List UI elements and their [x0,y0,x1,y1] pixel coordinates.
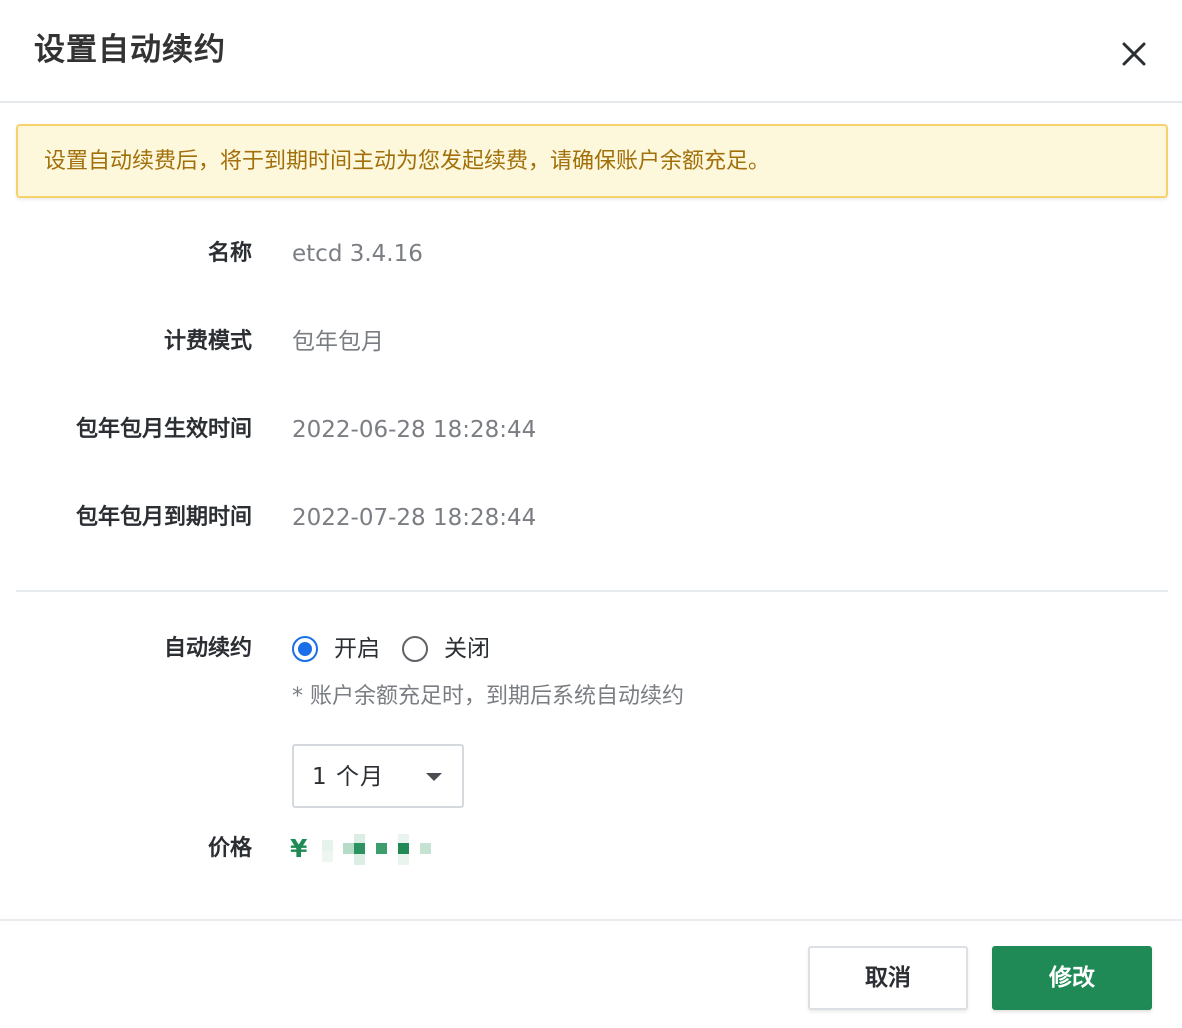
price-mask-pixel [343,843,354,854]
currency-symbol: ¥ [290,834,308,863]
modify-button[interactable]: 修改 [992,946,1152,1010]
radio-checked-icon [292,636,318,662]
expire-time-label: 包年包月到期时间 [75,505,252,530]
name-label: 名称 [207,241,252,266]
price-mask-pixel [376,843,387,854]
duration-select[interactable]: 1 个月 [292,744,464,808]
name-value: etcd 3.4.16 [292,241,423,267]
dialog-title: 设置自动续约 [34,32,226,68]
price-mask-pixel [420,843,431,854]
price-mask-pixel [354,854,365,865]
duration-select-value: 1 个月 [312,764,384,790]
section-divider [16,590,1168,592]
radio-option-off[interactable]: 关闭 [402,634,492,666]
caret-down-icon [426,773,442,781]
notice-text: 设置自动续费后，将于到期时间主动为您发起续费，请确保账户余额充足。 [44,149,771,174]
renewal-notice: 设置自动续费后，将于到期时间主动为您发起续费，请确保账户余额充足。 [16,124,1168,198]
radio-label-on: 开启 [334,636,380,662]
radio-option-on[interactable]: 开启 [292,634,382,666]
billing-mode-label: 计费模式 [163,329,252,354]
expire-time-value: 2022-07-28 18:28:44 [292,505,537,531]
dialog-header: 设置自动续约 [0,0,1182,103]
footer-divider [0,919,1182,921]
price-mask-pixel [354,843,365,854]
effective-time-value: 2022-06-28 18:28:44 [292,417,537,443]
cancel-button[interactable]: 取消 [808,946,968,1010]
close-button[interactable] [1116,36,1152,72]
radio-label-off: 关闭 [444,636,490,662]
auto-renew-dialog: 设置自动续约 设置自动续费后，将于到期时间主动为您发起续费，请确保账户余额充足。… [0,0,1182,1028]
auto-renew-hint: * 账户余额充足时，到期后系统自动续约 [292,684,684,709]
price-mask-pixel [322,851,333,862]
close-icon [1122,42,1146,66]
radio-unchecked-icon [402,636,428,662]
auto-renew-label: 自动续约 [163,636,252,661]
effective-time-label: 包年包月生效时间 [75,417,252,442]
price-label: 价格 [207,836,252,861]
billing-mode-value: 包年包月 [292,329,384,355]
price-mask-pixel [398,854,409,865]
price-mask-pixel [322,840,333,851]
price-mask-pixel [398,843,409,854]
